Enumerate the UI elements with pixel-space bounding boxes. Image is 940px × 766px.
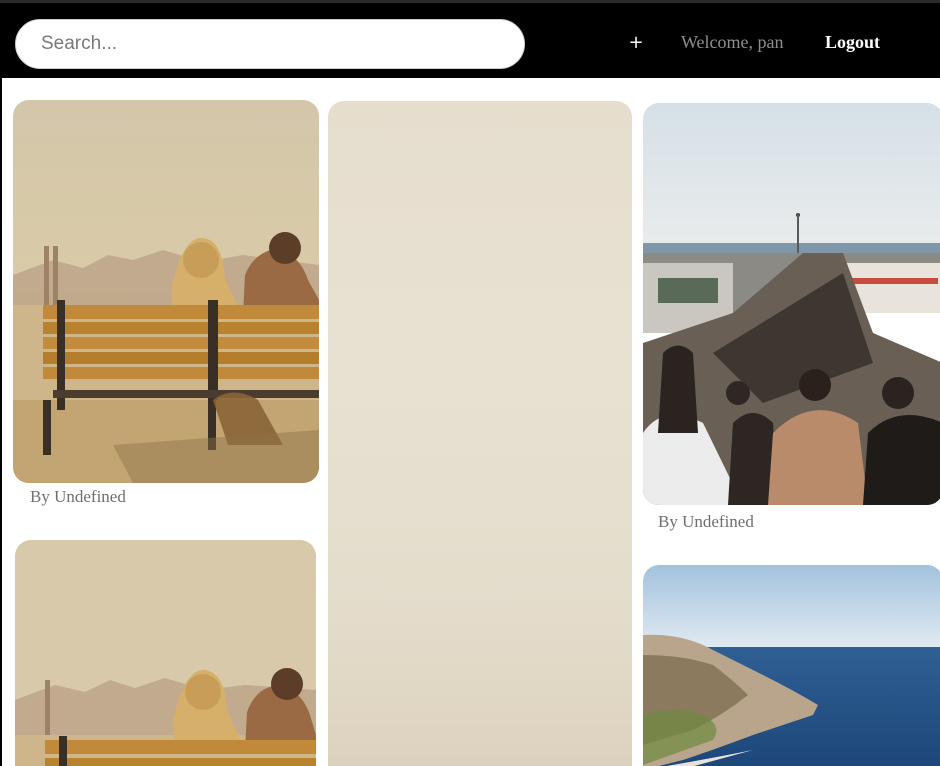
page: + Welcome, pan Logout bbox=[0, 0, 940, 766]
logout-button[interactable]: Logout bbox=[825, 32, 880, 53]
search-input[interactable] bbox=[41, 33, 524, 55]
cliff-photo bbox=[643, 565, 940, 766]
pier-photo bbox=[643, 103, 940, 505]
top-nav-bar: + Welcome, pan Logout bbox=[0, 0, 940, 78]
bench-photo bbox=[15, 540, 316, 766]
pin-card-bench-repeat[interactable] bbox=[15, 540, 316, 766]
pin-caption: By Undefined bbox=[658, 512, 754, 531]
beige-photo bbox=[328, 101, 632, 766]
pin-card-bench[interactable] bbox=[13, 100, 319, 483]
welcome-text: Welcome, pan bbox=[681, 32, 784, 52]
pin-card-beige[interactable] bbox=[328, 101, 632, 766]
bench-photo bbox=[13, 100, 319, 483]
pin-grid: By Undefined By Undefined bbox=[2, 78, 940, 766]
pin-card-pier[interactable] bbox=[643, 103, 940, 505]
add-pin-button[interactable]: + bbox=[624, 29, 648, 57]
search-bar[interactable] bbox=[15, 19, 525, 69]
pin-caption: By Undefined bbox=[30, 487, 126, 506]
pin-card-cliff[interactable] bbox=[643, 565, 940, 766]
